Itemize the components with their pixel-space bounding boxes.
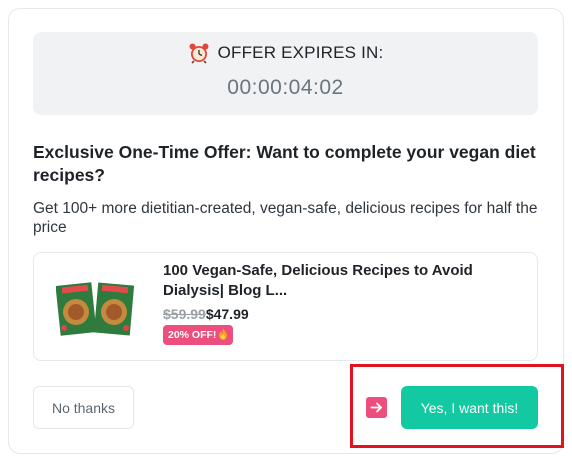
product-title: 100 Vegan-Safe, Delicious Recipes to Avo…: [163, 262, 473, 299]
product-image: [55, 278, 135, 336]
product-card: 100 Vegan-Safe, Delicious Recipes to Avo…: [33, 252, 538, 361]
timer-label: OFFER EXPIRES IN:: [217, 43, 384, 62]
offer-description: Get 100+ more dietitian-created, vegan-s…: [33, 200, 538, 236]
no-thanks-button[interactable]: No thanks: [33, 386, 134, 429]
timer-countdown: 00:00:04:02: [227, 76, 344, 99]
timer-header: OFFER EXPIRES IN:: [33, 42, 538, 64]
product-prices: $59.99$47.99: [163, 306, 249, 322]
offer-timer-box: OFFER EXPIRES IN: 00:00:04:02: [33, 32, 538, 115]
offer-headline: Exclusive One-Time Offer: Want to comple…: [33, 142, 536, 185]
old-price: $59.99: [163, 306, 206, 322]
new-price: $47.99: [205, 306, 249, 322]
accept-offer-button[interactable]: Yes, I want this!: [401, 386, 538, 429]
alarm-clock-icon: [188, 42, 210, 64]
arrow-right-icon[interactable]: [366, 397, 387, 418]
discount-label: 20% OFF!: [168, 329, 217, 341]
fire-icon: [218, 327, 228, 343]
discount-badge: 20% OFF!: [163, 325, 234, 345]
